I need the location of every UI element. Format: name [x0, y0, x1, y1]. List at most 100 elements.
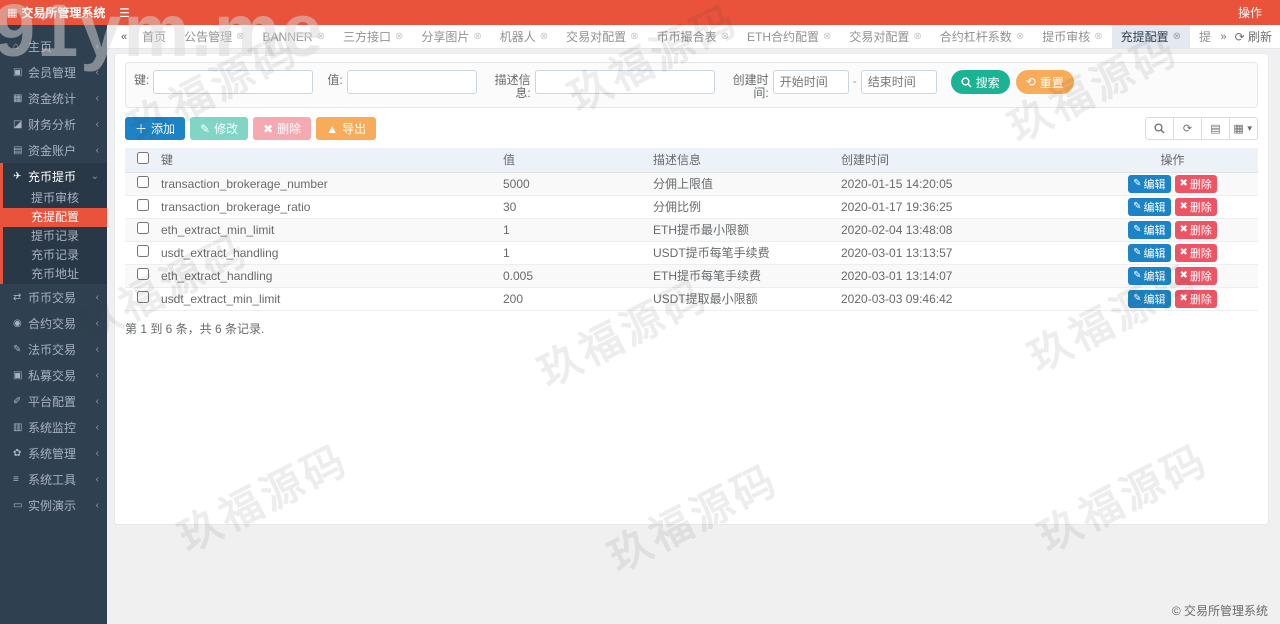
tab-分享图片[interactable]: 分享图片 ⊗ — [412, 25, 490, 48]
tab-充提配置[interactable]: 充提配置 ⊗ — [1111, 25, 1191, 48]
sidebar-item-会员管理[interactable]: ▣ 会员管理 ‹ — [0, 59, 107, 85]
sidebar-item-系统工具[interactable]: ≡ 系统工具 ‹ — [0, 466, 107, 492]
row-checkbox[interactable] — [137, 291, 149, 303]
row-checkbox[interactable] — [137, 222, 149, 234]
sidebar-item-充币提币[interactable]: ✈ 充币提币 ⌄ — [3, 163, 107, 189]
sidebar-group-会员管理: ▣ 会员管理 ‹ — [0, 59, 107, 85]
tab-close-icon[interactable]: ⊗ — [913, 31, 921, 42]
start-time-input[interactable] — [772, 70, 849, 94]
tab-close-icon[interactable]: ⊗ — [236, 31, 244, 42]
modify-button[interactable]: ✎ 修改 — [190, 117, 249, 140]
key-input[interactable] — [153, 70, 314, 94]
tab-ETH合约配置[interactable]: ETH合约配置 ⊗ — [738, 25, 840, 48]
tab-交易对配置[interactable]: 交易对配置 ⊗ — [840, 25, 930, 48]
topbar-action-menu[interactable]: 操作 — [1238, 4, 1262, 21]
table-view-toggle-button[interactable]: ▤ — [1201, 117, 1230, 140]
row-delete-button[interactable]: ✖ 删除 — [1174, 197, 1217, 216]
table-columns-button[interactable]: ▦ ▼ — [1229, 117, 1258, 140]
hamburger-menu-icon[interactable]: ☰ — [119, 6, 130, 20]
chevron-left-icon: ‹ — [95, 144, 99, 156]
add-button[interactable]: ＋ 添加 — [125, 117, 186, 140]
sidebar-item-系统监控[interactable]: ▥ 系统监控 ‹ — [0, 414, 107, 440]
row-edit-button[interactable]: ✎ 编辑 — [1128, 266, 1171, 285]
tab-close-icon[interactable]: ⊗ — [395, 31, 403, 42]
tab-提币审核[interactable]: 提币审核 ⊗ — [1033, 25, 1111, 48]
end-time-input[interactable] — [860, 70, 937, 94]
row-edit-button[interactable]: ✎ 编辑 — [1128, 243, 1171, 262]
delete-button[interactable]: ✖ 删除 — [253, 117, 312, 140]
sidebar-subitem-提币记录[interactable]: 提币记录 — [3, 227, 107, 246]
edit-button-label: 编辑 — [1143, 293, 1166, 306]
table-search-toggle-button[interactable] — [1145, 117, 1174, 140]
row-checkbox[interactable] — [137, 176, 149, 188]
sidebar-item-主页[interactable]: ⌂ 主页 ‹ — [0, 33, 107, 59]
tabs-scroll-left-icon[interactable]: « — [115, 31, 133, 43]
table-refresh-button[interactable]: ⟳ — [1173, 117, 1202, 140]
sidebar-item-私募交易[interactable]: ▣ 私募交易 ‹ — [0, 362, 107, 388]
row-checkbox[interactable] — [137, 268, 149, 280]
tab-机器人[interactable]: 机器人 ⊗ — [491, 25, 557, 48]
row-checkbox[interactable] — [137, 199, 149, 211]
sidebar-item-平台配置[interactable]: ✐ 平台配置 ‹ — [0, 388, 107, 414]
tab-close-icon[interactable]: ⊗ — [1016, 31, 1024, 42]
sidebar: ▦ 交易所管理系统 ⌂ 主页 ‹ ▣ 会员管理 ‹ ▦ 资金统计 ‹ ◪ 财务分析 ‹ ▤ 资金账户 ‹ ✈ 充… — [0, 0, 107, 624]
filter-form: 键: 值: 描述信息: 创建时间: - 搜索 ⟲ — [125, 62, 1258, 108]
sidebar-item-label: 财务分析 — [28, 117, 77, 132]
tab-close-icon[interactable]: ⊗ — [473, 31, 481, 42]
sidebar-subitem-充币记录[interactable]: 充币记录 — [3, 246, 107, 265]
sidebar-item-资金账户[interactable]: ▤ 资金账户 ‹ — [0, 137, 107, 163]
sidebar-item-财务分析[interactable]: ◪ 财务分析 ‹ — [0, 111, 107, 137]
row-edit-button[interactable]: ✎ 编辑 — [1128, 174, 1171, 193]
tab-close-icon[interactable]: ⊗ — [540, 31, 548, 42]
tab-提币记录[interactable]: 提币记录⊗ — [1190, 25, 1212, 48]
row-delete-button[interactable]: ✖ 删除 — [1174, 266, 1217, 285]
search-button[interactable]: 搜索 — [950, 70, 1010, 94]
row-edit-button[interactable]: ✎ 编辑 — [1128, 220, 1171, 239]
export-button[interactable]: ▲ 导出 — [316, 117, 377, 140]
tab-close-icon[interactable]: ⊗ — [721, 31, 729, 42]
sidebar-item-label: 系统工具 — [28, 472, 77, 487]
value-input[interactable] — [346, 70, 477, 94]
tab-close-icon[interactable]: ⊗ — [1173, 31, 1181, 42]
sidebar-item-资金统计[interactable]: ▦ 资金统计 ‹ — [0, 85, 107, 111]
tab-close-icon[interactable]: ⊗ — [630, 31, 638, 42]
row-delete-button[interactable]: ✖ 删除 — [1174, 174, 1217, 193]
tab-币币撮合表[interactable]: 币币撮合表 ⊗ — [648, 25, 738, 48]
cell-desc: USDT提币每笔手续费 — [647, 241, 835, 265]
refresh-tab-button[interactable]: ⟳ 刷新 — [1235, 28, 1272, 45]
sidebar-item-系统管理[interactable]: ✿ 系统管理 ‹ — [0, 440, 107, 466]
sidebar-group-系统监控: ▥ 系统监控 ‹ — [0, 414, 107, 440]
row-delete-button[interactable]: ✖ 删除 — [1174, 220, 1217, 239]
desc-input[interactable] — [534, 70, 715, 94]
tab-BANNER[interactable]: BANNER ⊗ — [254, 25, 334, 48]
tab-公告管理[interactable]: 公告管理 ⊗ — [175, 25, 253, 48]
tabs-scroll-right-icon[interactable]: » — [1212, 31, 1234, 43]
cell-actions: ✎ 编辑 ✖ 删除 — [1087, 241, 1258, 265]
sidebar-item-币币交易[interactable]: ⇄ 币币交易 ‹ — [0, 284, 107, 310]
tab-close-icon[interactable]: ⊗ — [1094, 31, 1102, 42]
sidebar-subitem-充提配置[interactable]: 充提配置 — [0, 208, 107, 227]
tab-合约杠杆系数[interactable]: 合约杠杆系数 ⊗ — [931, 25, 1033, 48]
edit-icon: ✎ — [1133, 247, 1142, 258]
sidebar-subitem-提币审核[interactable]: 提币审核 — [3, 189, 107, 208]
tab-close-icon[interactable]: ⊗ — [317, 31, 325, 42]
tab-首页[interactable]: 首页 — [133, 25, 175, 48]
row-edit-button[interactable]: ✎ 编辑 — [1128, 289, 1171, 308]
sidebar-item-label: 充币提币 — [28, 169, 77, 184]
sidebar-item-合约交易[interactable]: ◉ 合约交易 ‹ — [0, 310, 107, 336]
tab-交易对配置[interactable]: 交易对配置 ⊗ — [557, 25, 647, 48]
filter-desc: 描述信息: — [491, 70, 715, 100]
tab-close-icon[interactable]: ⊗ — [823, 31, 831, 42]
sidebar-item-法币交易[interactable]: ✎ 法币交易 ‹ — [0, 336, 107, 362]
sidebar-subitem-充币地址[interactable]: 充币地址 — [3, 265, 107, 284]
content-panel: 键: 值: 描述信息: 创建时间: - 搜索 ⟲ — [114, 53, 1269, 525]
select-all-checkbox[interactable] — [137, 152, 149, 165]
reset-button[interactable]: ⟲ 重置 — [1015, 70, 1074, 94]
row-delete-button[interactable]: ✖ 删除 — [1174, 243, 1217, 262]
tab-三方接口[interactable]: 三方接口 ⊗ — [334, 25, 412, 48]
row-checkbox[interactable] — [137, 245, 149, 257]
row-edit-button[interactable]: ✎ 编辑 — [1128, 197, 1171, 216]
sidebar-item-实例演示[interactable]: ▭ 实例演示 ‹ — [0, 492, 107, 518]
cell-key: usdt_extract_handling — [155, 241, 497, 265]
row-delete-button[interactable]: ✖ 删除 — [1174, 289, 1217, 308]
